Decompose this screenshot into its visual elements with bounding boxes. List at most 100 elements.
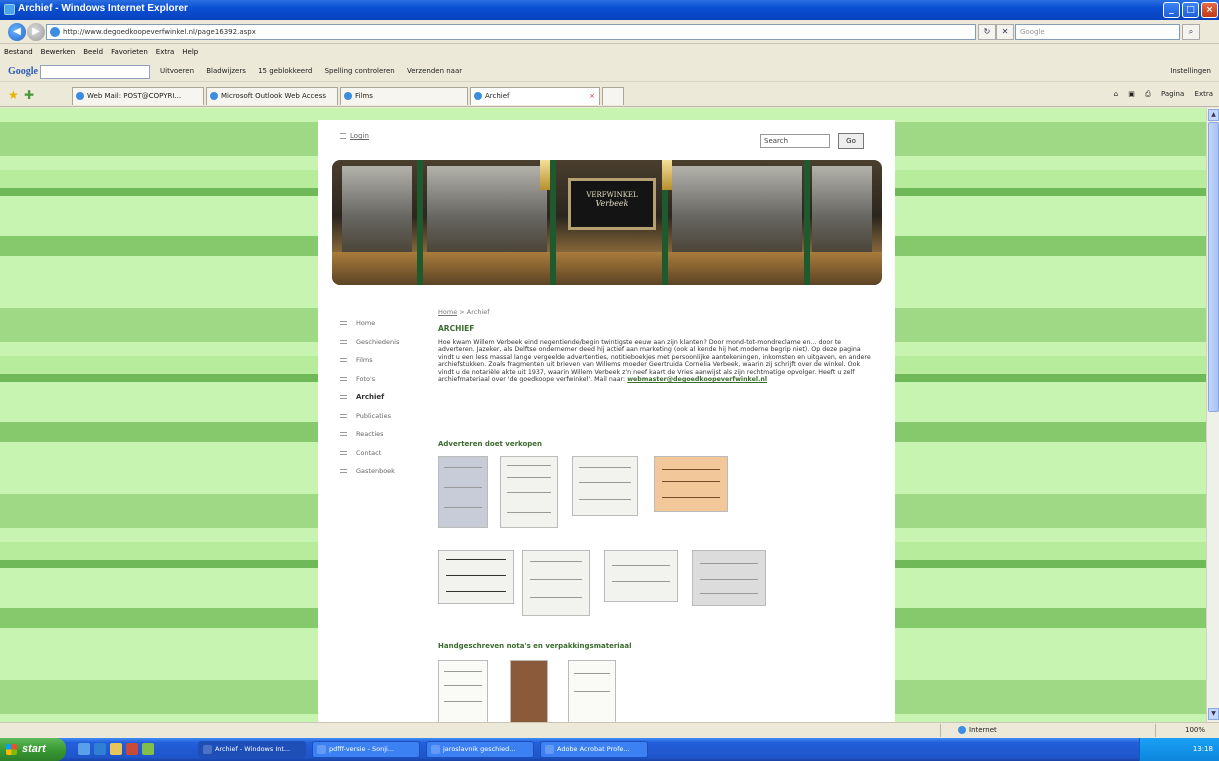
side-navigation: Home Geschiedenis Films Foto's Archief P… (340, 314, 399, 481)
header-banner-image: VERFWINKEL Verbeek (332, 160, 882, 285)
scroll-up-icon[interactable]: ▲ (1208, 109, 1219, 121)
home-icon[interactable]: ⌂ (1114, 90, 1118, 98)
menu-view[interactable]: Beeld (79, 45, 107, 59)
page-title: ARCHIEF (438, 324, 475, 333)
ad-thumbnail[interactable] (572, 456, 638, 516)
ad-thumbnail[interactable] (604, 550, 678, 602)
menu-file[interactable]: Bestand (0, 45, 37, 59)
close-tab-icon[interactable]: × (589, 88, 595, 104)
nav-geschiedenis[interactable]: Geschiedenis (340, 333, 399, 352)
zoom-level[interactable]: 100% (1185, 726, 1205, 734)
task-acrobat[interactable]: Adobe Acrobat Profe... (540, 741, 648, 758)
feeds-icon[interactable]: ▣ (1128, 90, 1135, 98)
ad-thumbnail[interactable] (438, 456, 488, 528)
new-tab-button[interactable] (602, 87, 624, 105)
google-popups-blocked[interactable]: 15 geblokkeerd (258, 67, 312, 75)
google-settings-button[interactable]: Instellingen (1170, 67, 1211, 75)
nav-gastenboek[interactable]: Gastenboek (340, 462, 399, 481)
nav-home[interactable]: Home (340, 314, 399, 333)
menu-edit[interactable]: Bewerken (37, 45, 80, 59)
forward-icon[interactable]: ▶ (27, 23, 45, 41)
tab-archief[interactable]: Archief × (470, 87, 600, 105)
google-send-to-button[interactable]: Verzenden naar (407, 67, 462, 75)
task-document[interactable]: jaroslavnik geschied... (426, 741, 534, 758)
site-search-input[interactable]: Search (760, 134, 830, 148)
vertical-scrollbar[interactable]: ▲ ▼ (1206, 108, 1219, 722)
quicklaunch-desktop-icon[interactable] (78, 743, 90, 755)
task-pdf[interactable]: pdfff-versie - Sonji... (312, 741, 420, 758)
quicklaunch-app-icon[interactable] (142, 743, 154, 755)
minimize-button[interactable]: _ (1163, 2, 1180, 18)
menu-help[interactable]: Help (178, 45, 202, 59)
menu-favorites[interactable]: Favorieten (107, 45, 152, 59)
menu-tools[interactable]: Extra (152, 45, 178, 59)
breadcrumb-current: Archief (466, 308, 490, 316)
ad-thumbnail[interactable] (692, 550, 766, 606)
close-button[interactable]: × (1201, 2, 1218, 18)
window-title: Archief - Windows Internet Explorer (18, 3, 188, 14)
google-bookmarks-button[interactable]: Bladwijzers (206, 67, 246, 75)
clock: 13:18 (1192, 745, 1213, 753)
ad-thumbnail[interactable] (438, 550, 514, 604)
intro-text: Hoe kwam Willem Verbeek eind negentiende… (438, 339, 871, 384)
tabs-row: ★ ✚ Web Mail: POST@COPYRI... Microsoft O… (0, 83, 1219, 107)
search-input[interactable]: Google (1015, 24, 1180, 40)
note-thumbnail[interactable] (438, 660, 488, 722)
nav-films[interactable]: Films (340, 351, 399, 370)
breadcrumb-home[interactable]: Home (438, 308, 457, 316)
web-page: Login Search Go VERFWINKEL Verbeek Home … (318, 120, 895, 722)
maximize-button[interactable]: □ (1182, 2, 1199, 18)
title-bar: Archief - Windows Internet Explorer _ □ … (0, 0, 1219, 20)
login-link[interactable]: Login (340, 132, 369, 140)
url-field[interactable]: http://www.degoedkoopeverfwinkel.nl/page… (46, 24, 976, 40)
nav-reacties[interactable]: Reacties (340, 425, 399, 444)
section-notes-heading: Handgeschreven nota's en verpakkingsmate… (438, 642, 632, 650)
system-tray: 13:18 (1139, 738, 1219, 761)
url-text: http://www.degoedkoopeverfwinkel.nl/page… (63, 28, 256, 36)
quicklaunch-app-icon[interactable] (126, 743, 138, 755)
google-logo: Google (8, 66, 38, 77)
stop-icon[interactable]: ✕ (996, 24, 1014, 40)
google-run-button[interactable]: Uitvoeren (160, 67, 194, 75)
task-archief[interactable]: Archief - Windows Int... (198, 741, 306, 758)
tools-menu[interactable]: Extra (1195, 90, 1213, 98)
search-icon[interactable]: ⌕ (1182, 24, 1200, 40)
refresh-icon[interactable]: ↻ (978, 24, 996, 40)
google-spellcheck-button[interactable]: Spelling controleren (325, 67, 395, 75)
scroll-down-icon[interactable]: ▼ (1208, 708, 1219, 720)
google-toolbar: Google Uitvoeren Bladwijzers 15 geblokke… (0, 62, 1219, 82)
security-zone: Internet (958, 726, 997, 734)
ad-thumbnail[interactable] (500, 456, 558, 528)
ad-thumbnail[interactable] (522, 550, 590, 616)
address-bar-row: ◀ ▶ http://www.degoedkoopeverfwinkel.nl/… (0, 20, 1219, 44)
print-icon[interactable]: ⎙ (1145, 90, 1151, 98)
tab-webmail[interactable]: Web Mail: POST@COPYRI... (72, 87, 204, 105)
breadcrumb: Home > Archief (438, 308, 490, 316)
nav-publicaties[interactable]: Publicaties (340, 407, 399, 426)
ie-icon (4, 4, 15, 15)
scrollbar-thumb[interactable] (1208, 122, 1219, 412)
tab-films[interactable]: Films (340, 87, 468, 105)
ad-thumbnail[interactable] (654, 456, 728, 512)
email-link[interactable]: webmaster@degoedkoopeverfwinkel.nl (627, 376, 767, 383)
google-search-input[interactable] (40, 65, 150, 79)
tab-outlook[interactable]: Microsoft Outlook Web Access (206, 87, 338, 105)
status-bar: Internet 100% (0, 722, 1219, 738)
nav-fotos[interactable]: Foto's (340, 370, 399, 389)
page-menu[interactable]: Pagina (1161, 90, 1184, 98)
note-thumbnail[interactable] (510, 660, 548, 722)
section-ads-heading: Adverteren doet verkopen (438, 440, 543, 448)
nav-archief[interactable]: Archief (340, 388, 399, 407)
favorites-star-icon[interactable]: ★ (8, 88, 19, 102)
site-search-go-button[interactable]: Go (838, 133, 864, 149)
start-button[interactable]: start (0, 738, 66, 761)
shop-sign: VERFWINKEL Verbeek (568, 178, 656, 230)
quicklaunch-folder-icon[interactable] (110, 743, 122, 755)
note-thumbnail[interactable] (568, 660, 616, 722)
add-favorite-icon[interactable]: ✚ (24, 88, 34, 102)
nav-contact[interactable]: Contact (340, 444, 399, 463)
quicklaunch-ie-icon[interactable] (94, 743, 106, 755)
back-icon[interactable]: ◀ (8, 23, 26, 41)
page-icon (50, 27, 60, 37)
main-content: Home > Archief ARCHIEF Hoe kwam Willem V… (438, 308, 878, 383)
